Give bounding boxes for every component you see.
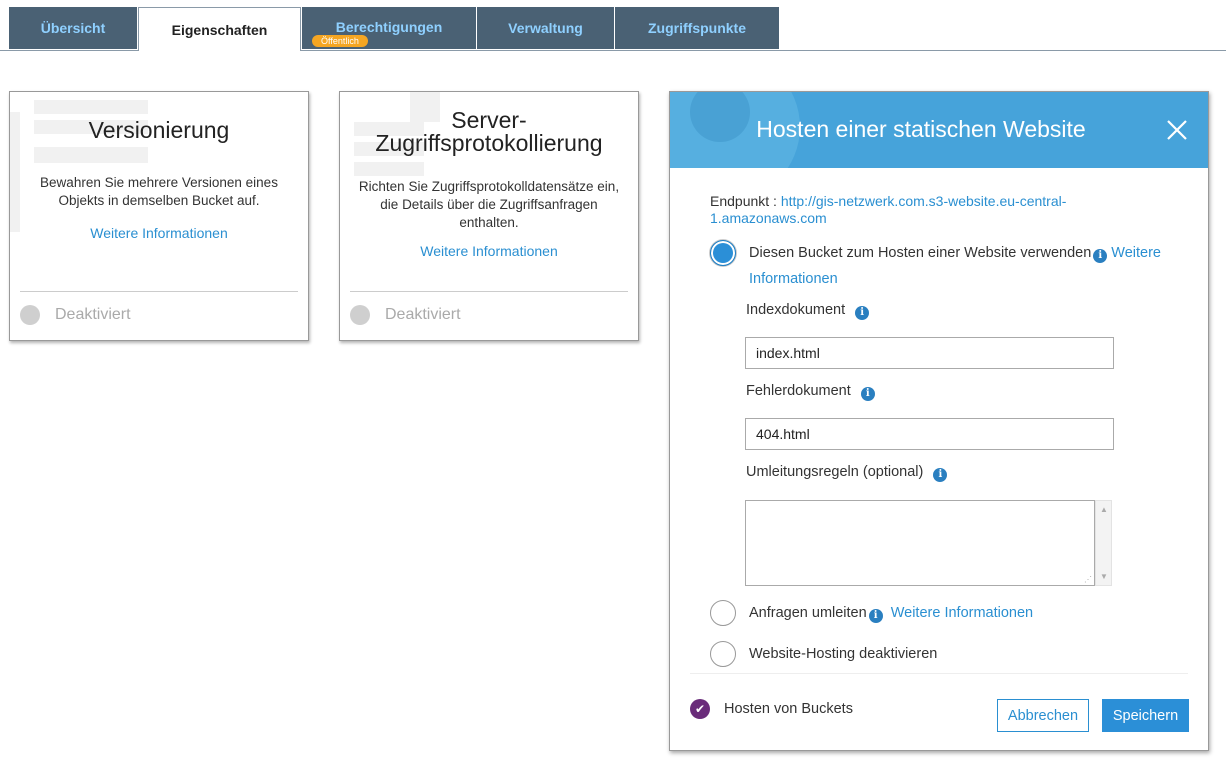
server-logging-card[interactable]: Server-Zugriffsprotokollierung Richten S… bbox=[339, 91, 639, 341]
option-text: Diesen Bucket zum Hosten einer Website v… bbox=[749, 245, 1092, 261]
dialog-header: Hosten einer statischen Website bbox=[670, 92, 1208, 168]
learn-more-link[interactable]: Weitere Informationen bbox=[10, 225, 308, 241]
info-icon[interactable]: i bbox=[855, 306, 870, 320]
cancel-button[interactable]: Abbrechen bbox=[997, 699, 1089, 732]
card-title: Versionierung bbox=[88, 117, 230, 143]
option-use-bucket[interactable]: Diesen Bucket zum Hosten einer Website v… bbox=[710, 240, 1180, 292]
index-document-input[interactable] bbox=[745, 337, 1114, 369]
public-badge: Öffentlich bbox=[312, 35, 368, 47]
status-label: Deaktiviert bbox=[55, 306, 131, 323]
radio-use-bucket[interactable] bbox=[710, 240, 736, 266]
versioning-card[interactable]: Versionierung Bewahren Sie mehrere Versi… bbox=[9, 91, 309, 341]
status-indicator: Deaktiviert bbox=[20, 305, 131, 325]
option-label: Diesen Bucket zum Hosten einer Website v… bbox=[749, 240, 1180, 292]
tab-permissions[interactable]: Berechtigungen Öffentlich bbox=[302, 7, 476, 49]
status-indicator: Deaktiviert bbox=[350, 305, 461, 325]
error-document-label: Fehlerdokument i bbox=[746, 383, 875, 401]
card-title: Server-Zugriffsprotokollierung bbox=[375, 107, 603, 156]
scroll-up-icon[interactable]: ▲ bbox=[1100, 505, 1108, 514]
card-watermark bbox=[354, 162, 424, 176]
tab-access-points[interactable]: Zugriffspunkte bbox=[615, 7, 779, 49]
checkmark-icon: ✔ bbox=[690, 699, 710, 719]
option-text: Anfragen umleiten bbox=[749, 605, 867, 621]
tab-label: Eigenschaften bbox=[171, 21, 268, 38]
tab-label: Verwaltung bbox=[508, 20, 583, 36]
tab-overview[interactable]: Übersicht bbox=[9, 7, 137, 49]
scroll-down-icon[interactable]: ▼ bbox=[1100, 572, 1108, 581]
static-website-hosting-dialog: Hosten einer statischen Website Endpunkt… bbox=[669, 91, 1209, 751]
error-document-input[interactable] bbox=[745, 418, 1114, 450]
resize-handle-icon[interactable]: ⋰ bbox=[1084, 575, 1092, 584]
status-dot-icon bbox=[350, 305, 370, 325]
card-description: Richten Sie Zugriffsprotokolldatensätze … bbox=[358, 179, 620, 230]
save-button[interactable]: Speichern bbox=[1102, 699, 1189, 732]
dialog-title: Hosten einer statischen Website bbox=[756, 116, 1086, 142]
textarea-scrollbar[interactable]: ▲ ▼ bbox=[1095, 500, 1112, 586]
learn-more-link[interactable]: Weitere Informationen bbox=[891, 605, 1033, 621]
card-watermark bbox=[34, 100, 148, 114]
card-description: Bewahren Sie mehrere Versionen eines Obj… bbox=[40, 175, 278, 208]
redirect-rules-label: Umleitungsregeln (optional) i bbox=[746, 464, 948, 482]
endpoint-label: Endpunkt : bbox=[710, 193, 781, 209]
info-icon[interactable]: i bbox=[1093, 249, 1108, 263]
learn-more-link[interactable]: Weitere Informationen bbox=[340, 243, 638, 259]
option-label: Anfragen umleiten i Weitere Informationen bbox=[749, 605, 1033, 623]
dialog-divider bbox=[690, 673, 1188, 674]
tab-label: Berechtigungen bbox=[335, 19, 443, 35]
card-watermark bbox=[34, 147, 148, 163]
field-label-text: Fehlerdokument bbox=[746, 383, 851, 399]
info-icon[interactable]: i bbox=[868, 609, 883, 623]
field-label-text: Indexdokument bbox=[746, 302, 846, 318]
radio-redirect-requests[interactable] bbox=[710, 600, 736, 626]
tab-properties[interactable]: Eigenschaften bbox=[138, 7, 301, 51]
redirect-rules-textarea[interactable] bbox=[745, 500, 1095, 586]
endpoint-info: Endpunkt : http://gis-netzwerk.com.s3-we… bbox=[710, 193, 1090, 227]
card-divider bbox=[350, 291, 628, 292]
tab-label: Übersicht bbox=[40, 20, 106, 36]
status-label: Deaktiviert bbox=[385, 306, 461, 323]
field-label-text: Umleitungsregeln (optional) bbox=[746, 464, 924, 480]
tab-management[interactable]: Verwaltung bbox=[477, 7, 614, 49]
info-icon[interactable]: i bbox=[933, 468, 948, 482]
option-text: Website-Hosting deaktivieren bbox=[749, 646, 938, 662]
radio-disable-hosting[interactable] bbox=[710, 641, 736, 667]
close-icon[interactable] bbox=[1166, 119, 1188, 141]
tab-bar: Übersicht Eigenschaften Berechtigungen Ö… bbox=[0, 0, 1226, 51]
card-divider bbox=[20, 291, 298, 292]
index-document-label: Indexdokument i bbox=[746, 302, 870, 320]
hosting-status-label: Hosten von Buckets bbox=[724, 701, 853, 717]
status-dot-icon bbox=[20, 305, 40, 325]
info-icon[interactable]: i bbox=[860, 387, 875, 401]
option-disable-hosting[interactable]: Website-Hosting deaktivieren bbox=[710, 641, 938, 667]
tab-label: Zugriffspunkte bbox=[648, 20, 746, 36]
option-redirect-requests[interactable]: Anfragen umleiten i Weitere Informationen bbox=[710, 600, 1033, 626]
